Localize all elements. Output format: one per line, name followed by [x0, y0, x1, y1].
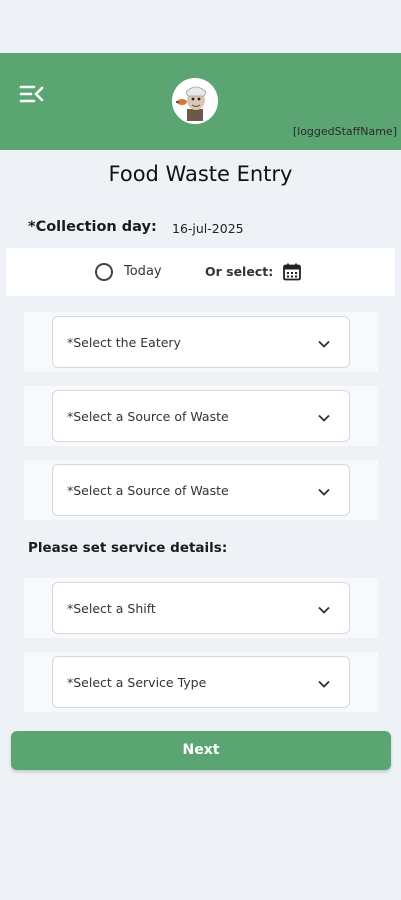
today-radio[interactable]	[95, 263, 113, 281]
source-select-container-2: *Select a Source of Waste	[24, 460, 378, 520]
shift-select-container: *Select a Shift	[24, 578, 378, 638]
logged-staff-name: [loggedStaffName]	[292, 125, 397, 138]
source-select-container: *Select a Source of Waste	[24, 386, 378, 446]
page-title: Food Waste Entry	[108, 162, 293, 186]
calendar-icon[interactable]	[282, 262, 302, 282]
shift-select-text: *Select a Shift	[67, 601, 156, 616]
chef-logo-icon	[172, 78, 218, 124]
source-select-text-2: *Select a Source of Waste	[67, 483, 229, 498]
today-label[interactable]: Today	[124, 264, 162, 279]
chevron-down-icon	[317, 602, 331, 616]
chevron-down-icon	[317, 484, 331, 498]
eatery-select-container: *Select the Eatery	[24, 312, 378, 372]
service-type-select-text: *Select a Service Type	[67, 675, 207, 690]
source-select-text: *Select a Source of Waste	[67, 409, 229, 424]
source-of-waste-select-2[interactable]: *Select a Source of Waste	[52, 464, 350, 516]
eatery-select-text: *Select the Eatery	[67, 335, 181, 350]
menu-collapse-icon[interactable]	[18, 82, 46, 106]
chevron-down-icon	[317, 410, 331, 424]
date-selector-row: Today Or select:	[6, 248, 395, 296]
service-details-label: Please set service details:	[28, 540, 228, 556]
collection-day-value: 16-jul-2025	[172, 221, 244, 236]
source-of-waste-select[interactable]: *Select a Source of Waste	[52, 390, 350, 442]
shift-select[interactable]: *Select a Shift	[52, 582, 350, 634]
collection-day-label: *Collection day:	[28, 219, 157, 235]
chevron-down-icon	[317, 336, 331, 350]
or-select-label: Or select:	[205, 264, 274, 279]
eatery-select[interactable]: *Select the Eatery	[52, 316, 350, 368]
service-type-select-container: *Select a Service Type	[24, 652, 378, 712]
chevron-down-icon	[317, 676, 331, 690]
next-button[interactable]: Next	[11, 731, 391, 770]
service-type-select[interactable]: *Select a Service Type	[52, 656, 350, 708]
